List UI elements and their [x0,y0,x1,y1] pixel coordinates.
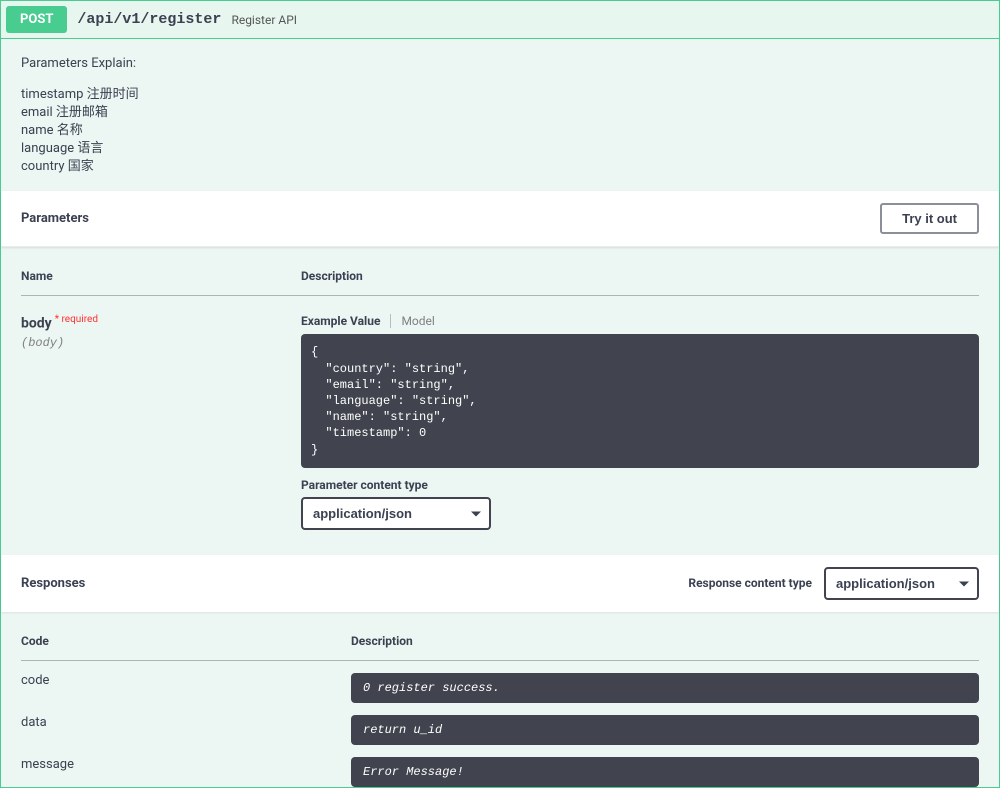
parameters-table-section: Name Description body* required (body) E… [1,247,999,554]
param-name: body [21,316,52,332]
param-content-type-select-wrap: application/json [301,497,491,530]
response-content-type-select-wrap: application/json [824,567,979,600]
responses-section-header: Responses Response content type applicat… [1,555,999,612]
param-content-type-select[interactable]: application/json [301,497,491,530]
response-description: 0 register success. [351,673,979,703]
description-section: Parameters Explain: timestamp 注册时间 email… [1,39,999,191]
param-in: (body) [21,336,301,350]
parameters-title: Parameters [21,211,89,226]
http-method-badge: POST [6,6,67,33]
responses-table-section: Code Description code 0 register success… [1,612,999,787]
response-code: data [21,703,351,745]
desc-line: timestamp 注册时间 [21,86,979,104]
example-json-block[interactable]: { "country": "string", "email": "string"… [301,334,979,467]
col-name: Name [21,257,301,296]
endpoint-summary: Register API [231,13,297,27]
response-row: data return u_id [21,703,979,745]
description-lines: timestamp 注册时间 email 注册邮箱 name 名称 langua… [21,86,979,177]
col-description: Description [301,257,979,296]
response-description: Error Message! [351,757,979,787]
parameters-section-header: Parameters Try it out [1,191,999,247]
schema-tabs: Example ValueModel [301,314,979,328]
responses-title: Responses [21,576,85,591]
col-description: Description [351,622,979,661]
desc-line: name 名称 [21,122,979,140]
param-content-type-label: Parameter content type [301,478,979,492]
col-code: Code [21,622,351,661]
desc-line: email 注册邮箱 [21,104,979,122]
required-marker: * required [52,314,98,325]
parameter-row: body* required (body) Example ValueModel… [21,296,979,530]
response-row: code 0 register success. [21,660,979,703]
response-content-type-group: Response content type application/json [688,567,979,600]
response-code: message [21,745,351,787]
endpoint-path: /api/v1/register [77,11,221,28]
desc-line: language 语言 [21,140,979,158]
response-row: message Error Message! [21,745,979,787]
response-code: code [21,660,351,703]
try-it-out-button[interactable]: Try it out [880,203,979,234]
responses-table: Code Description code 0 register success… [21,622,979,787]
response-content-type-label: Response content type [688,576,812,590]
response-content-type-select[interactable]: application/json [824,567,979,600]
operation-header[interactable]: POST /api/v1/register Register API [1,1,999,39]
parameters-table: Name Description body* required (body) E… [21,257,979,529]
tab-example-value[interactable]: Example Value [301,314,390,328]
response-description: return u_id [351,715,979,745]
tab-model[interactable]: Model [390,314,444,328]
desc-line: country 国家 [21,158,979,176]
api-operation-block: POST /api/v1/register Register API Param… [0,0,1000,788]
description-title: Parameters Explain: [21,54,979,74]
